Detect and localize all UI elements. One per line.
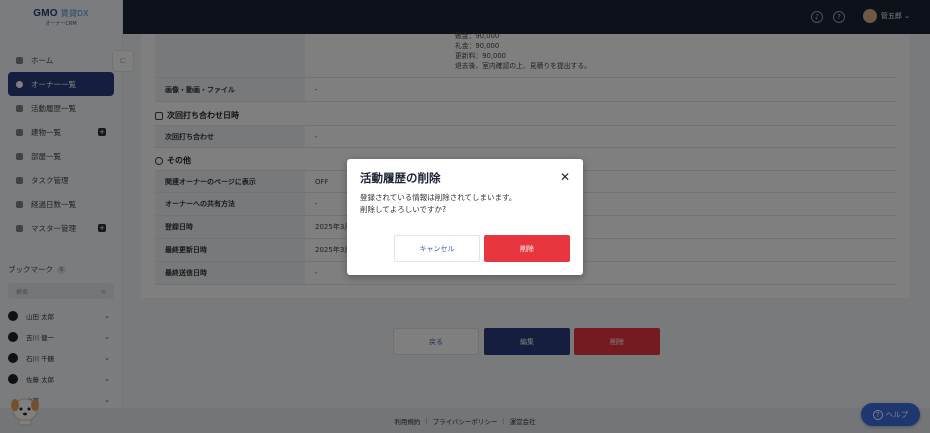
confirm-delete-button[interactable]: 削除 [484, 235, 570, 262]
dialog-message: 登録されている情報は削除されてしまいます。 削除してよろしいですか? [360, 193, 517, 214]
dialog-title: 活動履歴の削除 [360, 171, 441, 185]
cancel-button[interactable]: キャンセル [394, 235, 480, 262]
close-icon[interactable]: ✕ [560, 171, 570, 183]
delete-confirm-dialog: 活動履歴の削除 ✕ 登録されている情報は削除されてしまいます。 削除してよろしい… [347, 159, 583, 275]
